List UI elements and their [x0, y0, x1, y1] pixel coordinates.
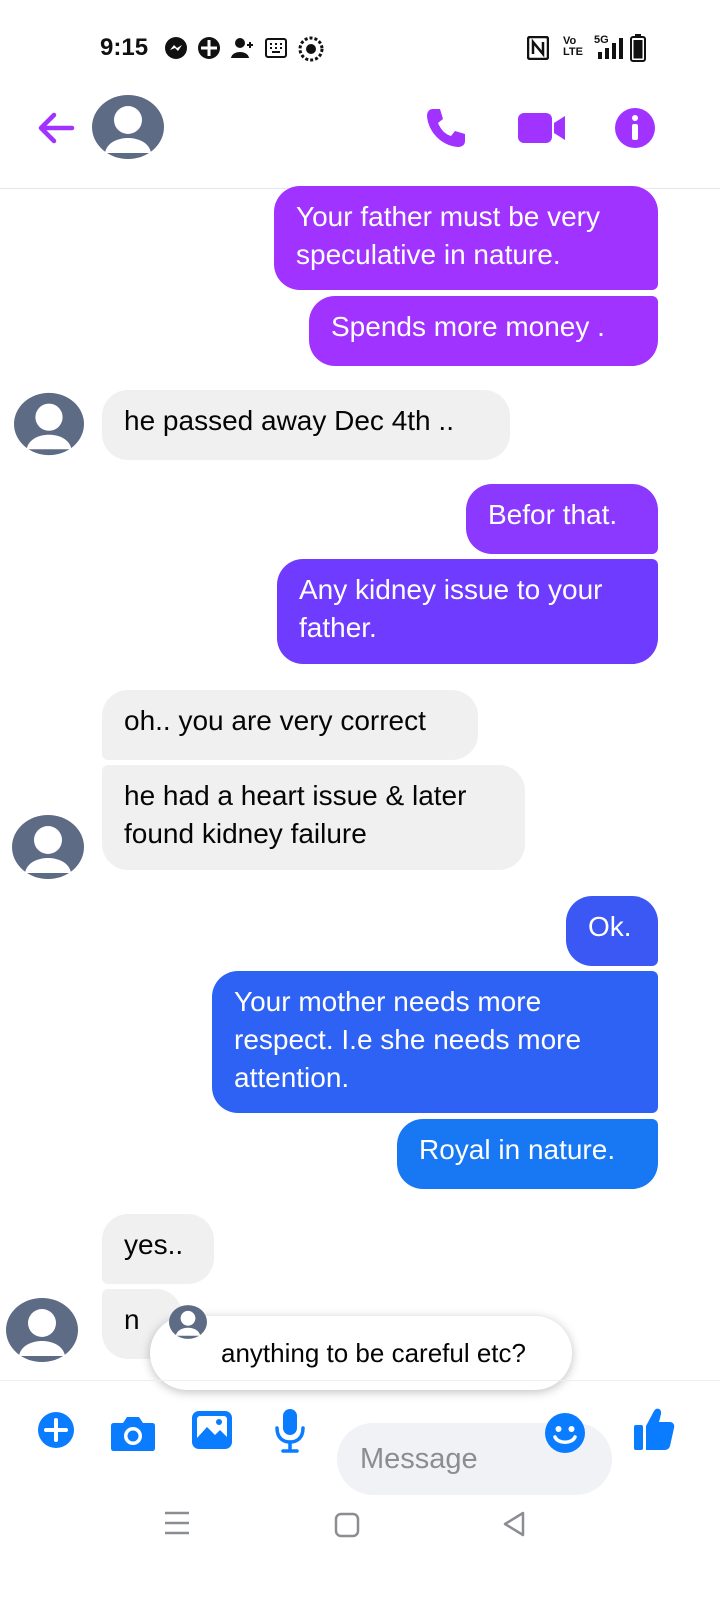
sender-avatar[interactable] [6, 1298, 78, 1362]
video-icon[interactable] [517, 111, 567, 145]
nfc-icon [527, 36, 549, 60]
menu-icon[interactable] [162, 1509, 192, 1537]
camera-icon[interactable] [110, 1414, 156, 1452]
sender-avatar[interactable] [14, 392, 84, 456]
message-input-placeholder: Message [360, 1443, 478, 1475]
battery-icon [630, 34, 646, 62]
badge-icon [198, 37, 220, 59]
info-icon[interactable] [614, 107, 656, 149]
message-bubble-incoming[interactable]: oh.. you are very correct [102, 690, 478, 760]
message-bubble-outgoing[interactable]: Spends more money . [309, 296, 658, 366]
keyboard-icon [265, 38, 287, 58]
status-time: 9:15 [100, 34, 149, 61]
settings-badge-icon [298, 36, 324, 62]
composer-divider [0, 1380, 720, 1381]
message-bubble-outgoing[interactable]: Your mother needs more respect. I.e she … [212, 971, 658, 1113]
person-add-icon [231, 38, 253, 58]
back-icon[interactable] [500, 1509, 528, 1539]
message-bubble-incoming[interactable]: he had a heart issue & later found kidne… [102, 765, 525, 870]
sender-avatar[interactable] [12, 815, 84, 879]
message-bubble-outgoing[interactable]: Befor that. [466, 484, 658, 554]
volte-indicator: Vo LTE [563, 35, 583, 58]
typing-preview-avatar [169, 1305, 207, 1339]
typing-preview-text: anything to be careful etc? [221, 1338, 526, 1368]
contact-avatar[interactable] [92, 95, 164, 159]
like-icon[interactable] [632, 1406, 676, 1452]
phone-icon[interactable] [424, 106, 468, 150]
back-arrow-icon[interactable] [36, 110, 76, 146]
gallery-icon[interactable] [191, 1410, 233, 1450]
message-bubble-outgoing[interactable]: Ok. [566, 896, 658, 966]
5g-signal-icon [598, 38, 623, 59]
emoji-icon[interactable] [544, 1412, 586, 1454]
microphone-icon[interactable] [274, 1408, 306, 1454]
plus-icon[interactable] [37, 1411, 75, 1449]
message-bubble-incoming[interactable]: he passed away Dec 4th .. [102, 390, 510, 460]
message-bubble-outgoing[interactable]: Royal in nature. [397, 1119, 658, 1189]
message-bubble-incoming[interactable]: yes.. [102, 1214, 214, 1284]
message-bubble-outgoing[interactable]: Your father must be very speculative in … [274, 186, 658, 290]
message-bubble-outgoing[interactable]: Any kidney issue to your father. [277, 559, 658, 664]
home-icon[interactable] [333, 1511, 361, 1539]
messenger-icon [165, 37, 187, 59]
